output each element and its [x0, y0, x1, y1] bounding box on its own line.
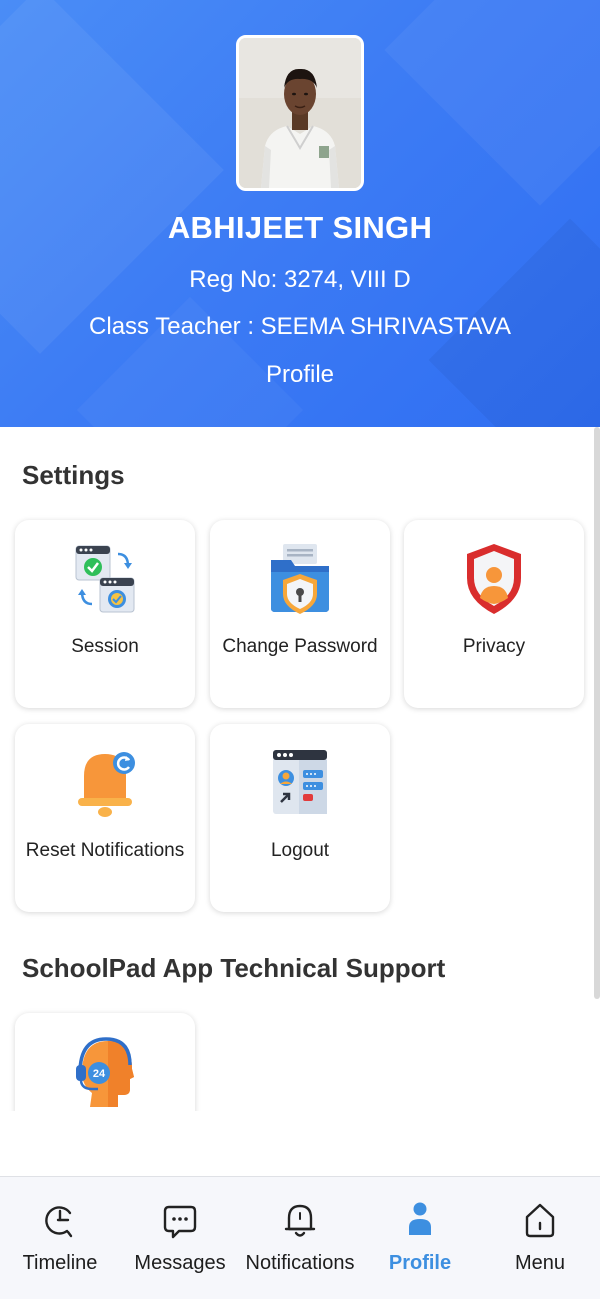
password-folder-icon — [271, 544, 329, 614]
change-password-label: Change Password — [222, 636, 378, 657]
nav-menu-label: Menu — [514, 1252, 566, 1274]
nav-profile-label: Profile — [388, 1252, 452, 1274]
bell-icon — [284, 1204, 316, 1237]
nav-profile[interactable]: Profile — [360, 1177, 480, 1299]
nav-timeline[interactable]: Timeline — [0, 1177, 120, 1299]
registration-info: Reg No: 3274, VIII D — [189, 266, 411, 293]
support-card[interactable]: 24 — [15, 1013, 195, 1111]
nav-timeline-label: Timeline — [22, 1252, 98, 1274]
privacy-card[interactable]: Privacy — [404, 520, 584, 708]
support-list-viewport: 24 — [0, 1000, 600, 1111]
logout-label: Logout — [270, 840, 330, 861]
class-teacher-info: Class Teacher : SEEMA SHRIVASTAVA — [89, 313, 511, 340]
scrollbar[interactable] — [594, 427, 600, 999]
session-label: Session — [71, 636, 139, 657]
nav-notifications[interactable]: Notifications — [240, 1177, 360, 1299]
home-icon — [525, 1203, 555, 1238]
bell-reset-icon — [78, 752, 135, 817]
nav-messages[interactable]: Messages — [120, 1177, 240, 1299]
session-sync-icon — [75, 545, 135, 613]
profile-caption: Profile — [265, 361, 335, 388]
reset-notifications-label: Reset Notifications — [25, 840, 185, 861]
person-icon — [409, 1202, 431, 1235]
change-password-card[interactable]: Change Password — [210, 520, 390, 708]
profile-screen: ABHIJEET SINGH Reg No: 3274, VIII D Clas… — [0, 0, 600, 1299]
profile-header: ABHIJEET SINGH Reg No: 3274, VIII D Clas… — [0, 0, 600, 427]
nav-notifications-label: Notifications — [245, 1252, 355, 1274]
settings-title: Settings — [22, 460, 125, 490]
support-title: SchoolPad App Technical Support — [22, 953, 446, 983]
session-card[interactable]: Session — [15, 520, 195, 708]
logout-card[interactable]: Logout — [210, 724, 390, 912]
student-photo[interactable] — [236, 35, 364, 191]
student-name: ABHIJEET SINGH — [167, 210, 433, 245]
timeline-icon — [45, 1206, 73, 1238]
logout-window-icon — [273, 750, 327, 814]
reset-notifications-card[interactable]: Reset Notifications — [15, 724, 195, 912]
nav-menu[interactable]: Menu — [480, 1177, 600, 1299]
nav-messages-label: Messages — [134, 1252, 226, 1274]
privacy-label: Privacy — [462, 636, 526, 657]
bottom-navigation: Timeline Messages Notifications Profile … — [0, 1176, 600, 1299]
privacy-shield-icon — [467, 544, 521, 614]
support-24-headset-icon: 24 — [76, 1037, 134, 1107]
support-badge-text: 24 — [93, 1068, 106, 1080]
student-photo-image — [239, 38, 361, 188]
message-bubble-icon — [163, 1205, 197, 1239]
